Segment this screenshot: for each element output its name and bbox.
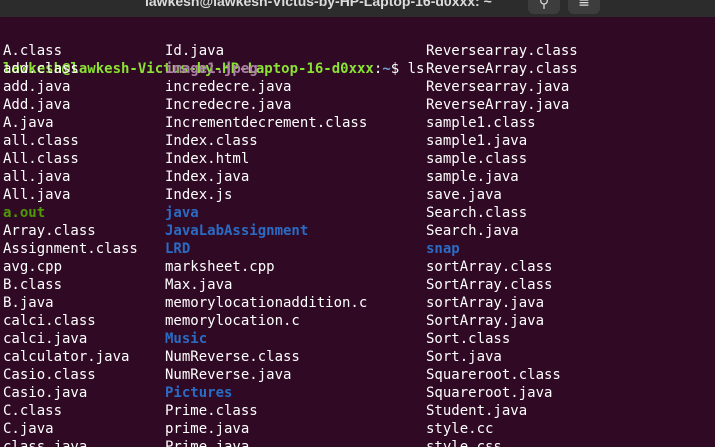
- file-entry: SortArray.class: [426, 277, 553, 293]
- file-entry: Max.java: [165, 277, 233, 293]
- file-entry: Add.java: [3, 97, 71, 113]
- prompt-symbol: $: [390, 61, 408, 77]
- file-entry: all.java: [3, 169, 71, 185]
- file-entry: save.java: [426, 187, 502, 203]
- file-entry: calci.class: [3, 313, 96, 329]
- file-entry: Id.java: [165, 43, 225, 59]
- file-entry: All.java: [3, 187, 71, 203]
- file-entry: Array.class: [3, 223, 96, 239]
- file-entry: Search.java: [426, 223, 519, 239]
- directory-entry: Music: [165, 331, 208, 347]
- file-entry: Sort.java: [426, 349, 502, 365]
- file-entry: sample1.class: [426, 115, 536, 131]
- file-entry: B.java: [3, 295, 54, 311]
- prompt-cwd: ~: [382, 61, 391, 77]
- file-entry: class.java: [3, 439, 88, 447]
- directory-entry: java: [165, 205, 199, 221]
- file-entry: Casio.class: [3, 367, 96, 383]
- file-entry: Index.js: [165, 187, 233, 203]
- image-file-entry: image1.jpeg: [165, 61, 258, 77]
- file-entry: style.css: [426, 439, 502, 447]
- file-entry: Casio.java: [3, 385, 88, 401]
- file-entry: All.class: [3, 151, 79, 167]
- file-entry: NumReverse.class: [165, 349, 300, 365]
- file-entry: all.class: [3, 133, 79, 149]
- file-entry: sample1.java: [426, 133, 528, 149]
- file-entry: sample.java: [426, 169, 519, 185]
- window-title: lawkesh@lawkesh-Victus-by-HP-Laptop-16-d…: [145, 0, 492, 9]
- file-entry: avg.cpp: [3, 259, 63, 275]
- file-entry: Squareroot.class: [426, 367, 561, 383]
- file-entry: add.java: [3, 79, 71, 95]
- file-entry: memorylocationaddition.c: [165, 295, 368, 311]
- file-entry: Reversearray.java: [426, 79, 570, 95]
- file-entry: SortArray.java: [426, 313, 545, 329]
- file-entry: Prime.java: [165, 439, 250, 447]
- file-entry: Index.html: [165, 151, 250, 167]
- executable-entry: a.out: [3, 205, 46, 221]
- title-bar: lawkesh@lawkesh-Victus-by-HP-Laptop-16-d…: [0, 0, 715, 17]
- file-entry: Reversearray.class: [426, 43, 578, 59]
- directory-entry: Pictures: [165, 385, 233, 401]
- menu-button[interactable]: ≡: [568, 0, 600, 14]
- file-entry: Squareroot.java: [426, 385, 553, 401]
- file-entry: memorylocation.c: [165, 313, 300, 329]
- listing-column: Reversearray.class ReverseArray.class Reve…: [426, 42, 578, 447]
- file-entry: ReverseArray.class: [426, 61, 578, 77]
- directory-entry: JavaLabAssignment: [165, 223, 309, 239]
- file-entry: sample.class: [426, 151, 528, 167]
- file-entry: marksheet.cpp: [165, 259, 275, 275]
- file-entry: Search.class: [426, 205, 528, 221]
- file-entry: A.java: [3, 115, 54, 131]
- listing-column: Id.java image1.jpeg incredecre.java Increde…: [165, 42, 367, 447]
- file-entry: Incrementdecrement.class: [165, 115, 368, 131]
- file-entry: A.class: [3, 43, 63, 59]
- file-entry: Student.java: [426, 403, 528, 419]
- file-entry: Index.java: [165, 169, 250, 185]
- file-entry: incredecre.java: [165, 79, 292, 95]
- file-entry: Prime.class: [165, 403, 258, 419]
- terminal-window: lawkesh@lawkesh-Victus-by-HP-Laptop-16-d…: [0, 0, 715, 447]
- file-entry: add.class: [3, 61, 79, 77]
- file-entry: calculator.java: [3, 349, 130, 365]
- file-entry: sortArray.class: [426, 259, 553, 275]
- prompt-command: ls: [407, 61, 425, 77]
- directory-entry: LRD: [165, 241, 191, 257]
- file-entry: style.cc: [426, 421, 494, 437]
- search-icon: ⚲: [538, 0, 550, 11]
- file-entry: C.java: [3, 421, 54, 437]
- file-entry: Sort.class: [426, 331, 511, 347]
- file-entry: prime.java: [165, 421, 250, 437]
- file-entry: ReverseArray.java: [426, 97, 570, 113]
- file-entry: NumReverse.java: [165, 367, 292, 383]
- listing-column: A.class add.class add.java Add.java A.java al…: [3, 42, 138, 447]
- directory-entry: snap: [426, 241, 460, 257]
- search-button[interactable]: ⚲: [528, 0, 560, 14]
- file-entry: calci.java: [3, 331, 88, 347]
- menu-icon: ≡: [578, 0, 590, 11]
- file-entry: Incredecre.java: [165, 97, 292, 113]
- file-entry: Index.class: [165, 133, 258, 149]
- file-entry: B.class: [3, 277, 63, 293]
- file-entry: C.class: [3, 403, 63, 419]
- file-entry: sortArray.java: [426, 295, 545, 311]
- file-entry: Assignment.class: [3, 241, 138, 257]
